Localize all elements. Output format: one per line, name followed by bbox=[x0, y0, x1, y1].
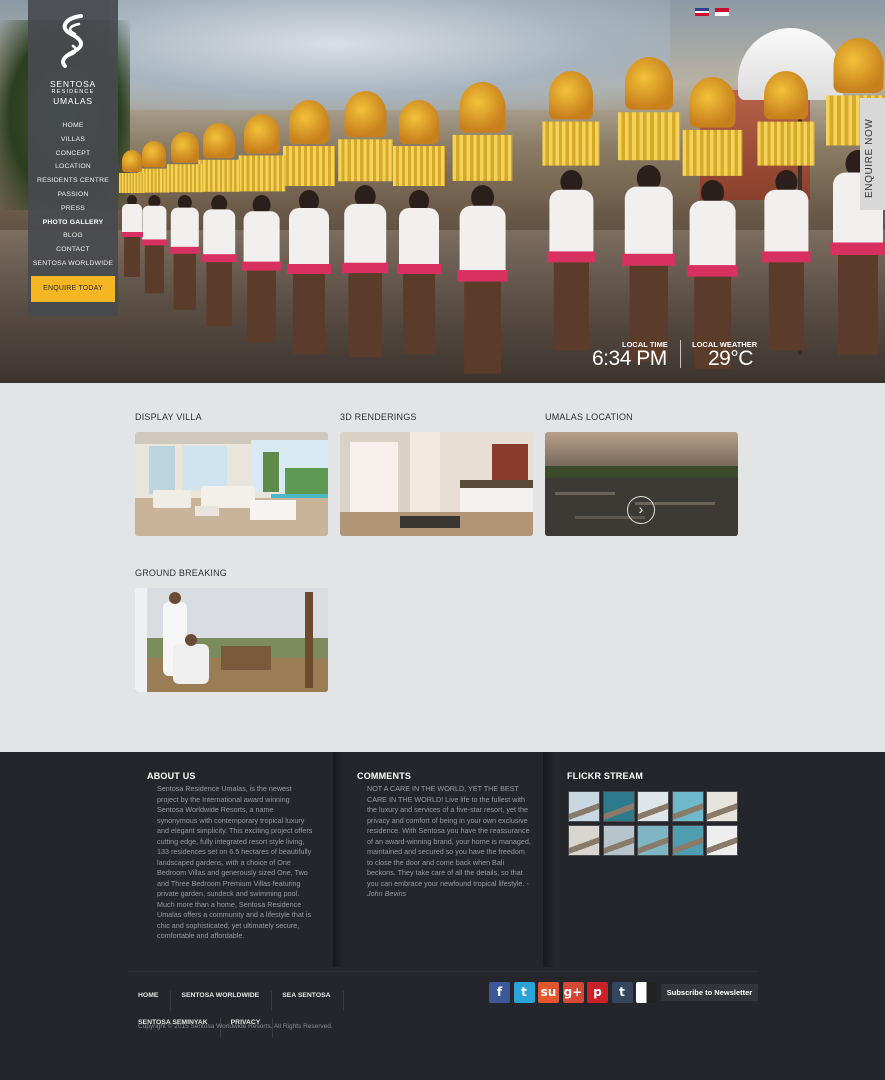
gallery-item-ground-breaking[interactable]: GROUND BREAKING bbox=[135, 568, 328, 692]
local-weather-value: 29°C bbox=[708, 347, 753, 370]
stumbleupon-icon[interactable]: su bbox=[538, 982, 559, 1003]
social-links: f t su g+ p t bbox=[489, 982, 657, 1003]
gallery-title: 3D RENDERINGS bbox=[340, 412, 417, 422]
footer-divider bbox=[128, 971, 758, 972]
footer-link-sentosa-worldwide[interactable]: SENTOSA WORLDWIDE bbox=[181, 991, 273, 1011]
sentosa-logo-icon[interactable] bbox=[55, 12, 89, 70]
weather-divider bbox=[680, 340, 681, 368]
nav-item-villas[interactable]: VILLAS bbox=[28, 133, 118, 147]
enquire-today-button[interactable]: ENQUIRE TODAY bbox=[31, 276, 115, 302]
flickr-thumbnail[interactable] bbox=[602, 791, 635, 822]
delicious-icon[interactable] bbox=[636, 982, 657, 1003]
subscribe-newsletter-button[interactable]: Subscribe to Newsletter bbox=[661, 984, 758, 1001]
gallery-title: GROUND BREAKING bbox=[135, 568, 228, 578]
local-time-value: 6:34 PM bbox=[592, 347, 667, 370]
brand-name[interactable]: SENTOSA RESIDENCE UMALAS bbox=[28, 79, 118, 106]
footer-link-sea-sentosa[interactable]: SEA SENTOSA bbox=[282, 991, 344, 1011]
flickr-thumbnail[interactable] bbox=[671, 791, 704, 822]
gallery-item-display-villa[interactable]: DISPLAY VILLA bbox=[135, 412, 328, 536]
flickr-thumbnail[interactable] bbox=[637, 825, 669, 856]
language-selector[interactable] bbox=[695, 8, 729, 16]
about-text: Sentosa Residence Umalas, is the newest … bbox=[157, 784, 313, 940]
nav-item-concept[interactable]: CONCEPT bbox=[28, 147, 118, 161]
enquire-now-label: ENQUIRE NOW bbox=[864, 118, 875, 198]
comments-body: NOT A CARE IN THE WORLD, YET THE BEST CA… bbox=[367, 784, 531, 888]
flickr-thumbnail[interactable] bbox=[706, 791, 738, 822]
about-title: ABOUT US bbox=[147, 771, 196, 781]
gallery-item-umalas-location[interactable]: UMALAS LOCATION › bbox=[545, 412, 738, 536]
flickr-thumbnail[interactable] bbox=[671, 825, 704, 856]
flickr-thumbnail[interactable] bbox=[602, 825, 635, 856]
english-flag-icon[interactable] bbox=[695, 8, 709, 16]
twitter-icon[interactable]: t bbox=[513, 982, 535, 1003]
about-column: ABOUT US Sentosa Residence Umalas, is th… bbox=[128, 752, 345, 967]
comments-author: John Bevins bbox=[367, 889, 407, 898]
brand-line-1: SENTOSA bbox=[49, 79, 97, 89]
next-arrow-icon[interactable]: › bbox=[627, 496, 655, 524]
nav-item-passion[interactable]: PASSION bbox=[28, 188, 118, 202]
flickr-thumbnail[interactable] bbox=[568, 825, 600, 856]
flickr-thumbnail[interactable] bbox=[637, 791, 669, 822]
comments-title: COMMENTS bbox=[357, 771, 412, 781]
sidebar: SENTOSA RESIDENCE UMALAS HOME VILLAS CONCE… bbox=[28, 0, 118, 316]
brand-line-3: UMALAS bbox=[53, 96, 93, 106]
enquire-now-tab[interactable]: ENQUIRE NOW bbox=[860, 98, 885, 210]
main-nav: HOME VILLAS CONCEPT LOCATION RESIDENTS CENTR… bbox=[28, 119, 118, 271]
pinterest-icon[interactable]: p bbox=[587, 982, 608, 1003]
nav-item-contact[interactable]: CONTACT bbox=[28, 243, 118, 257]
flickr-column: FLICKR STREAM bbox=[548, 752, 753, 962]
gallery-item-3d-renderings[interactable]: 3D RENDERINGS bbox=[340, 412, 533, 536]
hero-banner: ENQUIRE NOW LOCAL TIME 6:34 PM LOCAL WEA… bbox=[0, 0, 885, 383]
flickr-stream bbox=[568, 791, 738, 856]
3d-renderings-thumbnail[interactable] bbox=[340, 432, 533, 536]
nav-item-press[interactable]: PRESS bbox=[28, 202, 118, 216]
umalas-location-thumbnail[interactable]: › bbox=[545, 432, 738, 536]
google-plus-icon[interactable]: g+ bbox=[562, 982, 584, 1003]
comments-column: COMMENTS NOT A CARE IN THE WORLD, YET TH… bbox=[338, 752, 555, 967]
nav-item-sentosa-worldwide[interactable]: SENTOSA WORLDWIDE bbox=[28, 257, 118, 271]
footer: ABOUT US Sentosa Residence Umalas, is th… bbox=[0, 752, 885, 1080]
comments-text: NOT A CARE IN THE WORLD, YET THE BEST CA… bbox=[367, 784, 531, 900]
display-villa-thumbnail[interactable] bbox=[135, 432, 328, 536]
photo-gallery: DISPLAY VILLA 3D RENDERINGS UMALAS LOCAT… bbox=[0, 383, 885, 752]
ground-breaking-thumbnail[interactable] bbox=[135, 588, 328, 692]
gallery-title: DISPLAY VILLA bbox=[135, 412, 202, 422]
nav-item-location[interactable]: LOCATION bbox=[28, 160, 118, 174]
footer-nav-row: HOME SENTOSA WORLDWIDE SEA SENTOSA bbox=[138, 984, 358, 1011]
tumblr-icon[interactable]: t bbox=[611, 982, 633, 1003]
footer-link-home[interactable]: HOME bbox=[138, 991, 172, 1011]
flickr-thumbnail[interactable] bbox=[706, 825, 738, 856]
indonesia-flag-icon[interactable] bbox=[715, 8, 729, 16]
flickr-title: FLICKR STREAM bbox=[567, 771, 644, 781]
gallery-title: UMALAS LOCATION bbox=[545, 412, 633, 422]
nav-item-blog[interactable]: BLOG bbox=[28, 229, 118, 243]
brand-line-2: RESIDENCE bbox=[51, 89, 95, 95]
flickr-thumbnail[interactable] bbox=[568, 791, 600, 822]
nav-item-home[interactable]: HOME bbox=[28, 119, 118, 133]
copyright: Copyright © 2015 Sentosa Worldwide Resor… bbox=[138, 1023, 333, 1030]
nav-item-residents-centre[interactable]: RESIDENTS CENTRE bbox=[28, 174, 118, 188]
nav-item-photo-gallery[interactable]: PHOTO GALLERY bbox=[28, 216, 118, 230]
facebook-icon[interactable]: f bbox=[489, 982, 510, 1003]
